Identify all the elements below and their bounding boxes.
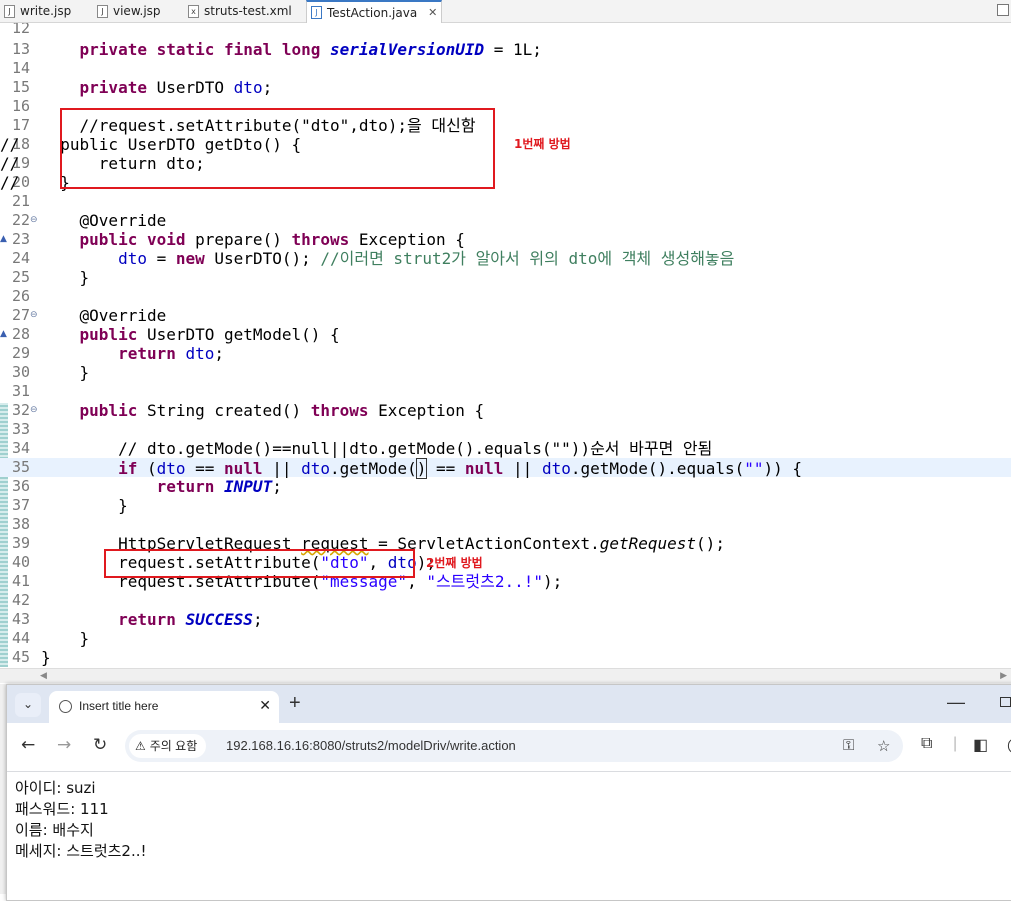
code-editor[interactable]: 12 13 private static final long serialVe… [0,23,1011,668]
tab-label: write.jsp [20,4,72,18]
code-line: 14 [11,59,30,77]
tab-label: view.jsp [113,4,161,18]
back-arrow-icon[interactable]: ← [21,735,35,755]
content-line-password: 패스워드: 111 [15,800,109,818]
security-label: 주의 요함 [149,739,198,753]
tab-struts-test-xml[interactable]: x struts-test.xml [188,0,292,22]
toolbar-divider: | [953,735,958,752]
code-line: 27 ⊖ @Override [11,306,167,325]
close-icon[interactable]: ✕ [428,3,437,23]
jsp-file-icon: J [97,4,108,18]
code-line: 32 ⊖ public String created() throws Excep… [11,401,485,420]
fold-toggle-icon[interactable]: ⊖ [30,306,38,325]
chevron-down-icon: ⌄ [22,697,34,711]
maximize-icon[interactable] [997,4,1009,16]
url-text[interactable]: 192.168.16.16:8080/struts2/modelDriv/wri… [226,738,516,753]
xml-file-icon: x [188,4,199,18]
code-line: 29 return dto; [11,344,225,363]
code-line: ▲ 23 public void prepare() throws Excepti… [0,230,465,249]
reload-icon[interactable]: ↻ [93,735,107,755]
browser-tab[interactable]: Insert title here ✕ [49,691,279,723]
jsp-file-icon: J [4,4,15,18]
warning-triangle-icon: ⚠ [135,739,146,753]
browser-tab-title: Insert title here [79,699,159,713]
tab-view-jsp[interactable]: J view.jsp [97,0,161,22]
code-line: 30 } [11,363,90,382]
content-line-id: 아이디: suzi [15,779,96,797]
tab-write-jsp[interactable]: J write.jsp [4,0,71,22]
code-line: 12 [11,23,30,37]
new-tab-button[interactable]: + [289,692,301,715]
code-line: 25 } [11,268,90,287]
address-bar[interactable]: ⚠ 주의 요함 192.168.16.16:8080/struts2/model… [125,730,903,762]
code-line: 21 [11,192,30,210]
annotation-label-method1: 1번째 방법 [514,137,571,151]
code-line: 15 private UserDTO dto; [11,78,273,97]
fold-toggle-icon[interactable]: ⊖ [30,211,38,230]
annotation-box-method2 [104,549,415,578]
security-chip[interactable]: ⚠ 주의 요함 [129,734,207,758]
code-line: 31 [11,382,30,400]
side-panel-icon[interactable]: ◧ [973,735,988,755]
code-line: 26 [11,287,30,305]
globe-icon [59,700,72,713]
code-line: 38 [11,515,30,533]
code-line-current: 35 if (dto == null || dto.getMode() == n… [0,458,1011,479]
scroll-left-icon[interactable]: ◀ [40,670,47,681]
annotation-label-method2: 2번째 방법 [426,556,483,570]
code-line: 42 [11,591,30,609]
code-line: 44 } [11,629,90,648]
java-file-icon: J [311,6,322,19]
code-line: ▲ 28 public UserDTO getModel() { [0,325,340,344]
bookmark-star-icon[interactable]: ☆ [877,737,890,755]
code-line: 33 [11,420,30,438]
browser-toolbar: ← → ↻ ⚠ 주의 요함 192.168.16.16:8080/struts2… [7,723,1011,772]
tab-search-button[interactable]: ⌄ [15,693,41,717]
browser-tab-strip: ⌄ Insert title here ✕ + — [7,685,1011,723]
fold-toggle-icon[interactable]: ⊖ [30,401,38,420]
code-line: 34 // dto.getMode()==null||dto.getMode()… [11,439,713,458]
code-line: 43 return SUCCESS; [11,610,263,629]
tab-testaction-java[interactable]: J TestAction.java ✕ [306,0,443,23]
forward-arrow-icon[interactable]: → [57,735,71,755]
extensions-icon[interactable]: ⧉ [921,735,932,753]
page-content: 아이디: suzi 패스워드: 111 이름: 배수지 메세지: 스트럿츠2..… [7,772,1011,862]
content-line-name: 이름: 배수지 [15,821,94,839]
tab-label: struts-test.xml [204,4,292,18]
horizontal-scrollbar[interactable]: ◀ ▶ [0,668,1011,683]
code-line: 24 dto = new UserDTO(); //이러면 strut2가 알아… [11,249,735,268]
code-line: 13 private static final long serialVersi… [11,40,542,59]
code-line: 45} [11,648,51,667]
tab-label: TestAction.java [327,5,418,20]
minimize-icon[interactable]: — [947,692,965,713]
close-tab-icon[interactable]: ✕ [259,697,271,714]
browser-window: ⌄ Insert title here ✕ + — ← → ↻ ⚠ 주의 요함 … [6,684,1011,901]
code-line: 36 return INPUT; [11,477,282,496]
scroll-right-icon[interactable]: ▶ [1000,670,1007,681]
editor-tab-bar: J write.jsp J view.jsp x struts-test.xml… [0,0,1011,23]
annotation-box-method1 [60,108,495,189]
code-line: 37 } [11,496,128,515]
profile-icon[interactable]: ◯ [1007,735,1011,755]
content-line-message: 메세지: 스트럿츠2..! [15,842,147,860]
code-line: 22 ⊖ @Override [11,211,167,230]
maximize-icon[interactable] [1000,697,1011,707]
key-icon[interactable]: ⚿ [843,737,854,754]
